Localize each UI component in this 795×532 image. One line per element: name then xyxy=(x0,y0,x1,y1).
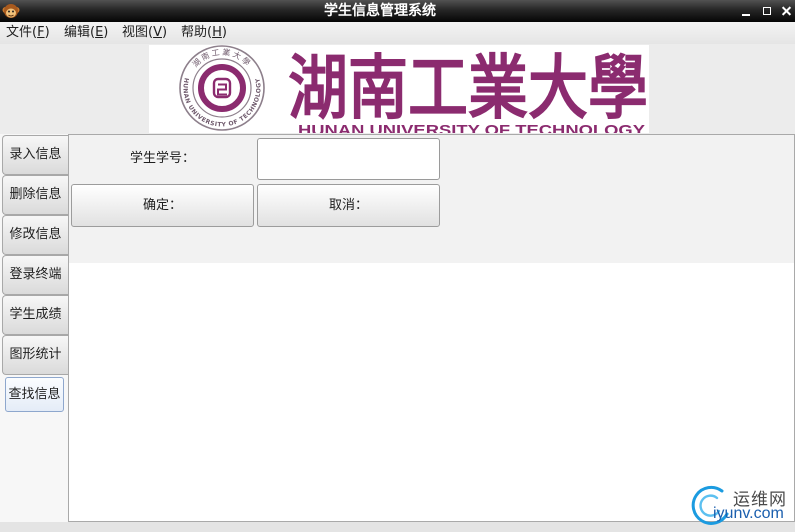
university-calligraphy: 湖南工業大學 xyxy=(288,46,648,129)
tab-delete-info[interactable]: 删除信息 xyxy=(2,175,68,215)
tab-content-panel: 学生学号： 确定： 取消： xyxy=(68,134,795,522)
tab-add-info[interactable]: 录入信息 xyxy=(2,135,68,175)
tab-label: 查找信息 xyxy=(8,387,61,402)
title-bar[interactable]: 学生信息管理系统 xyxy=(0,0,795,22)
tab-search-info[interactable]: 查找信息 xyxy=(5,377,64,412)
menu-file-mnemonic: F xyxy=(37,25,45,40)
menu-edit-suffix: ) xyxy=(103,25,109,40)
watermark-url: iyunv.com xyxy=(713,505,784,522)
tab-label: 修改信息 xyxy=(9,227,62,242)
tab-label: 学生成绩 xyxy=(9,307,62,322)
tab-edit-info[interactable]: 修改信息 xyxy=(2,215,68,255)
seal-emblem-ring xyxy=(198,64,246,112)
menu-file-suffix: ) xyxy=(44,25,50,40)
tab-login-terminal[interactable]: 登录终端 xyxy=(2,255,68,295)
student-id-label: 学生学号： xyxy=(129,151,195,166)
cancel-button[interactable]: 取消： xyxy=(257,184,440,227)
tab-label: 删除信息 xyxy=(9,187,62,202)
menu-help-label: 帮助( xyxy=(181,25,213,40)
menu-file[interactable]: 文件(F) xyxy=(6,22,50,44)
menu-view[interactable]: 视图(V) xyxy=(122,22,167,44)
student-id-input[interactable] xyxy=(257,138,440,180)
maximize-icon[interactable] xyxy=(759,3,775,19)
tab-label: 录入信息 xyxy=(9,147,62,162)
menu-help-mnemonic: H xyxy=(212,25,222,40)
confirm-button[interactable]: 确定： xyxy=(71,184,254,227)
menu-view-suffix: ) xyxy=(161,25,168,40)
minimize-icon[interactable] xyxy=(738,3,754,19)
menu-bar: 文件(F) 编辑(E) 视图(V) 帮助(H) xyxy=(0,22,795,44)
seal-emblem-glyph xyxy=(217,83,227,96)
menu-edit[interactable]: 编辑(E) xyxy=(64,22,108,44)
window-title: 学生信息管理系统 xyxy=(324,3,436,19)
tab-label: 图形统计 xyxy=(9,347,62,362)
tab-student-grades[interactable]: 学生成绩 xyxy=(2,295,68,335)
search-form: 学生学号： 确定： 取消： xyxy=(69,135,794,263)
menu-edit-label: 编辑( xyxy=(64,25,96,40)
menu-file-label: 文件( xyxy=(6,25,38,40)
close-icon[interactable] xyxy=(779,3,795,19)
menu-help-suffix: ) xyxy=(221,25,227,40)
banner-graphic: 湖南工業大學 HUNAN UNIVERSITY OF TECHNOLOGY 湖南… xyxy=(179,45,648,133)
tab-label: 登录终端 xyxy=(9,267,62,282)
university-banner: 湖南工業大學 HUNAN UNIVERSITY OF TECHNOLOGY 湖南… xyxy=(149,45,649,133)
menu-view-mnemonic: V xyxy=(153,25,162,40)
menu-help[interactable]: 帮助(H) xyxy=(181,22,227,44)
window-bottom-edge xyxy=(0,522,795,532)
university-english-name: HUNAN UNIVERSITY OF TECHNOLOGY xyxy=(298,122,645,133)
menu-view-label: 视图( xyxy=(122,25,154,40)
tab-chart-stats[interactable]: 图形统计 xyxy=(2,335,68,375)
